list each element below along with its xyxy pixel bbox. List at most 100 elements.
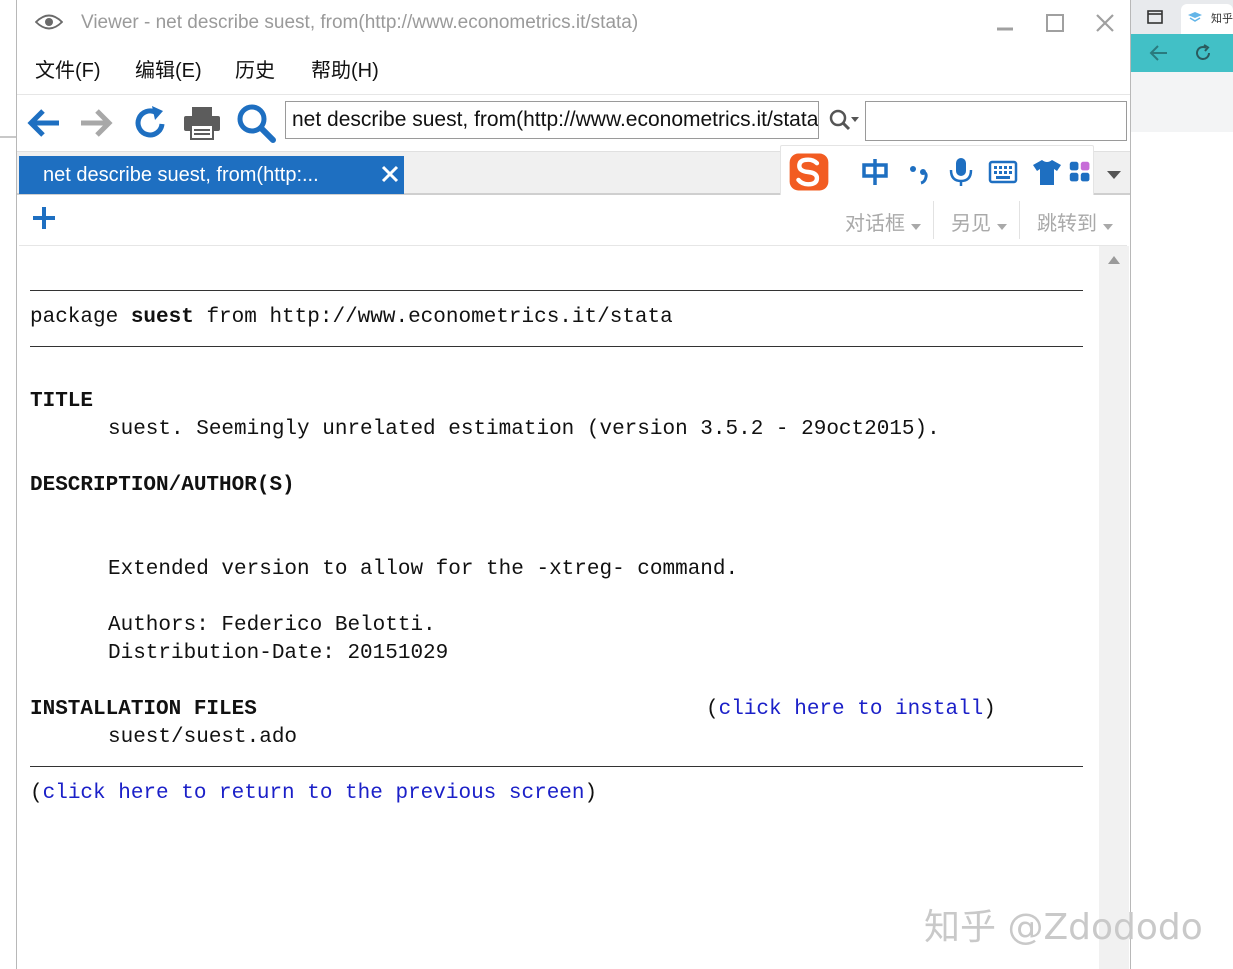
find-button[interactable] [235,99,277,147]
package-prefix: package [30,306,131,329]
minimize-button[interactable] [985,8,1025,38]
menu-edit[interactable]: 编辑(E) [135,54,202,83]
title-heading: TITLE [30,390,94,413]
background-nav-bar [1131,34,1233,72]
paren-open: ( [30,782,43,805]
keyboard-icon [988,160,1018,184]
package-name: suest [130,306,194,329]
ime-keyboard[interactable] [987,156,1019,188]
ime-voice[interactable] [945,156,977,188]
title-text: suest. Seemingly unrelated estimation (v… [108,418,940,441]
tab-label: net describe suest, from(http:... [43,164,319,186]
maximize-button[interactable] [1035,8,1075,38]
scroll-up-arrow-icon[interactable] [1108,256,1120,264]
window-title: Viewer - net describe suest, from(http:/… [81,12,639,33]
viewer-content: package suest from http://www.econometri… [19,246,1099,969]
divider [30,766,1083,767]
also-see-dropdown[interactable]: 另见 [951,207,1007,236]
shirt-icon [1033,160,1061,185]
paren-close: ) [983,698,996,721]
search-icon [237,104,276,143]
package-line: package suest from http://www.econometri… [30,306,673,329]
tab-active[interactable]: net describe suest, from(http:... [19,156,404,194]
menu-history[interactable]: 历史 [235,54,275,83]
menu-bar: 文件(F) 编辑(E) 历史 帮助(H) [17,50,1130,86]
title-bar: Viewer - net describe suest, from(http:/… [17,0,1130,46]
refresh-button[interactable] [129,99,171,147]
paren-open: ( [706,698,719,721]
ime-toolbar [780,145,1094,197]
printer-icon [184,107,220,140]
new-tab-plus-icon[interactable] [31,205,57,231]
ime-chinese-mode[interactable] [859,156,891,188]
command-input[interactable]: net describe suest, from(http://www.econ… [285,101,819,139]
package-source: from http://www.econometrics.it/stata [193,306,673,329]
background-browser: 知乎 [1131,0,1233,969]
description-heading: DESCRIPTION/AUTHOR(S) [30,474,295,497]
ime-skin[interactable] [1031,156,1063,188]
vertical-scrollbar[interactable] [1099,246,1129,969]
chevron-down-icon [1102,224,1113,230]
install-file: suest/suest.ado [108,726,298,749]
chinese-mode-icon [862,159,888,185]
distribution-date-text: Distribution-Date: 20151029 [108,642,449,665]
minimize-icon [997,27,1013,31]
jump-to-dropdown-label: 跳转到 [1037,213,1097,235]
viewer-subtoolbar: 对话框 另见 跳转到 [19,195,1127,246]
eye-icon [35,14,63,30]
tab-list-dropdown[interactable] [1095,158,1133,192]
menu-help[interactable]: 帮助(H) [311,54,379,83]
return-link[interactable]: click here to return to the previous scr… [43,782,585,805]
print-button[interactable] [181,99,223,147]
installation-heading: INSTALLATION FILES [30,698,257,721]
find-input[interactable] [865,101,1127,141]
viewer-window: Viewer - net describe suest, from(http:/… [16,0,1131,969]
divider [30,346,1083,347]
apps-grid-icon [1069,161,1090,182]
install-link[interactable]: click here to install [719,698,984,721]
punctuation-icon [910,166,928,185]
microphone-icon [949,158,973,186]
description-text: Extended version to allow for the -xtreg… [108,558,739,581]
background-tabbar: 知乎 [1131,0,1233,34]
sogou-logo-icon [789,153,829,191]
window-icon[interactable] [1147,10,1163,24]
maximize-icon [1046,14,1064,32]
menu-file[interactable]: 文件(F) [35,54,101,83]
refresh-icon [135,106,165,138]
back-arrow-icon [27,109,59,137]
dialog-dropdown[interactable]: 对话框 [845,207,921,236]
background-tab-label: 知乎 [1211,13,1233,25]
install-link-wrapper: (click here to install) [706,698,996,721]
ime-logo[interactable] [787,150,831,194]
chevron-down-icon [910,224,921,230]
find-dropdown-icon[interactable] [829,109,859,131]
background-panel [1131,72,1233,132]
chevron-down-icon [1107,171,1121,179]
ime-apps[interactable] [1069,156,1091,188]
forward-button[interactable] [75,99,117,147]
background-window-left [0,0,17,969]
divider [30,290,1083,291]
back-arrow-icon[interactable] [1149,44,1169,62]
dialog-dropdown-label: 对话框 [845,213,905,235]
return-link-wrapper: (click here to return to the previous sc… [30,782,597,805]
also-see-dropdown-label: 另见 [951,213,991,235]
tab-close-icon[interactable] [381,165,399,183]
ime-punctuation[interactable] [903,156,935,188]
separator [1019,201,1020,239]
background-divider [0,136,17,138]
authors-text: Authors: Federico Belotti. [108,614,436,637]
zhihu-tab-icon [1188,12,1202,22]
jump-to-dropdown[interactable]: 跳转到 [1037,207,1113,236]
chevron-down-icon [996,224,1007,230]
separator [933,201,934,239]
toolbar: net describe suest, from(http://www.econ… [17,94,1130,151]
back-button[interactable] [23,99,65,147]
paren-close: ) [584,782,598,805]
forward-arrow-icon [81,109,113,137]
watermark: 知乎 @Zdododo [924,907,1203,948]
reload-icon[interactable] [1193,43,1213,63]
close-button[interactable] [1085,8,1125,38]
close-icon [1096,14,1114,32]
